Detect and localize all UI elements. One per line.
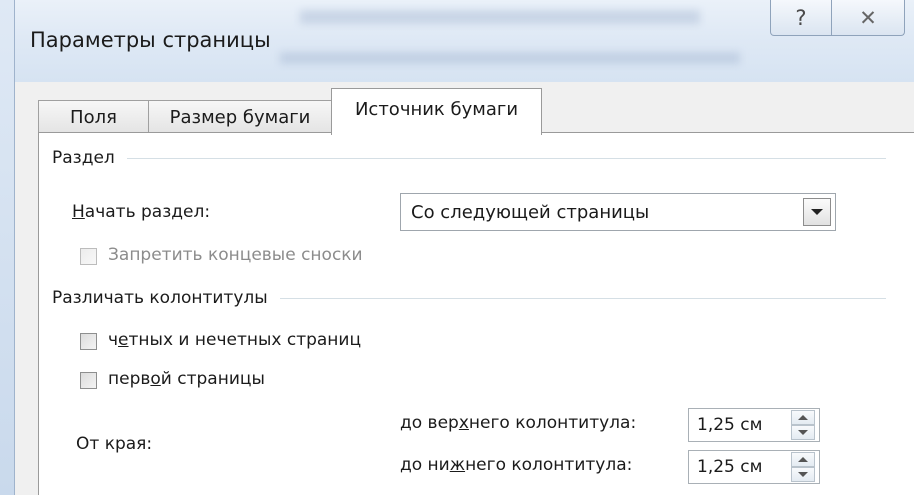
headers-footers-heading: Различать колонтитулы xyxy=(52,288,268,308)
spin-up-button[interactable] xyxy=(791,452,815,467)
arrow-up-icon xyxy=(798,415,808,420)
start-section-value: Со следующей страницы xyxy=(411,201,650,223)
arrow-up-icon xyxy=(798,457,808,462)
arrow-down-icon xyxy=(798,472,808,477)
close-icon: ✕ xyxy=(859,5,877,30)
headers-footers-group-heading: Различать колонтитулы xyxy=(52,288,886,308)
chevron-down-icon xyxy=(811,209,823,215)
odd-even-label: четных и нечетных страниц xyxy=(108,330,362,350)
footer-distance-spinner[interactable]: 1,25 см xyxy=(688,450,820,484)
header-distance-value[interactable]: 1,25 см xyxy=(689,415,791,435)
suppress-endnotes-checkbox[interactable] xyxy=(80,248,97,265)
header-distance-spinner[interactable]: 1,25 см xyxy=(688,408,820,442)
start-section-dropdown[interactable]: Со следующей страницы xyxy=(400,193,836,231)
window-frame xyxy=(0,0,15,495)
dropdown-arrow-button[interactable] xyxy=(803,198,831,226)
tab-paper-size[interactable]: Размер бумаги xyxy=(148,100,332,134)
tab-margins[interactable]: Поля xyxy=(38,100,149,134)
group-divider xyxy=(126,157,886,159)
spin-down-button[interactable] xyxy=(791,467,815,482)
background-blur xyxy=(300,10,700,24)
first-page-checkbox[interactable] xyxy=(80,372,97,389)
from-edge-label: От края: xyxy=(76,434,153,454)
group-divider xyxy=(279,297,886,299)
footer-distance-label: до нижнего колонтитула: xyxy=(400,455,633,475)
footer-distance-value[interactable]: 1,25 см xyxy=(689,457,791,477)
help-button[interactable]: ? xyxy=(770,0,832,36)
first-page-label: первой страницы xyxy=(108,369,265,389)
header-distance-label: до верхнего колонтитула: xyxy=(400,413,637,433)
start-section-label: Начать раздел: xyxy=(72,202,211,222)
spin-down-button[interactable] xyxy=(791,425,815,440)
background-blur xyxy=(280,52,740,64)
spinner-buttons xyxy=(791,410,815,440)
section-heading: Раздел xyxy=(52,148,115,168)
tab-paper-source[interactable]: Источник бумаги xyxy=(331,88,542,135)
help-icon: ? xyxy=(795,5,807,30)
dialog-title: Параметры страницы xyxy=(30,28,271,52)
close-button[interactable]: ✕ xyxy=(831,0,905,36)
odd-even-checkbox[interactable] xyxy=(80,333,97,350)
section-group-heading: Раздел xyxy=(52,148,886,168)
spinner-buttons xyxy=(791,452,815,482)
spin-up-button[interactable] xyxy=(791,410,815,425)
arrow-down-icon xyxy=(798,430,808,435)
suppress-endnotes-label: Запретить концевые сноски xyxy=(108,245,363,265)
